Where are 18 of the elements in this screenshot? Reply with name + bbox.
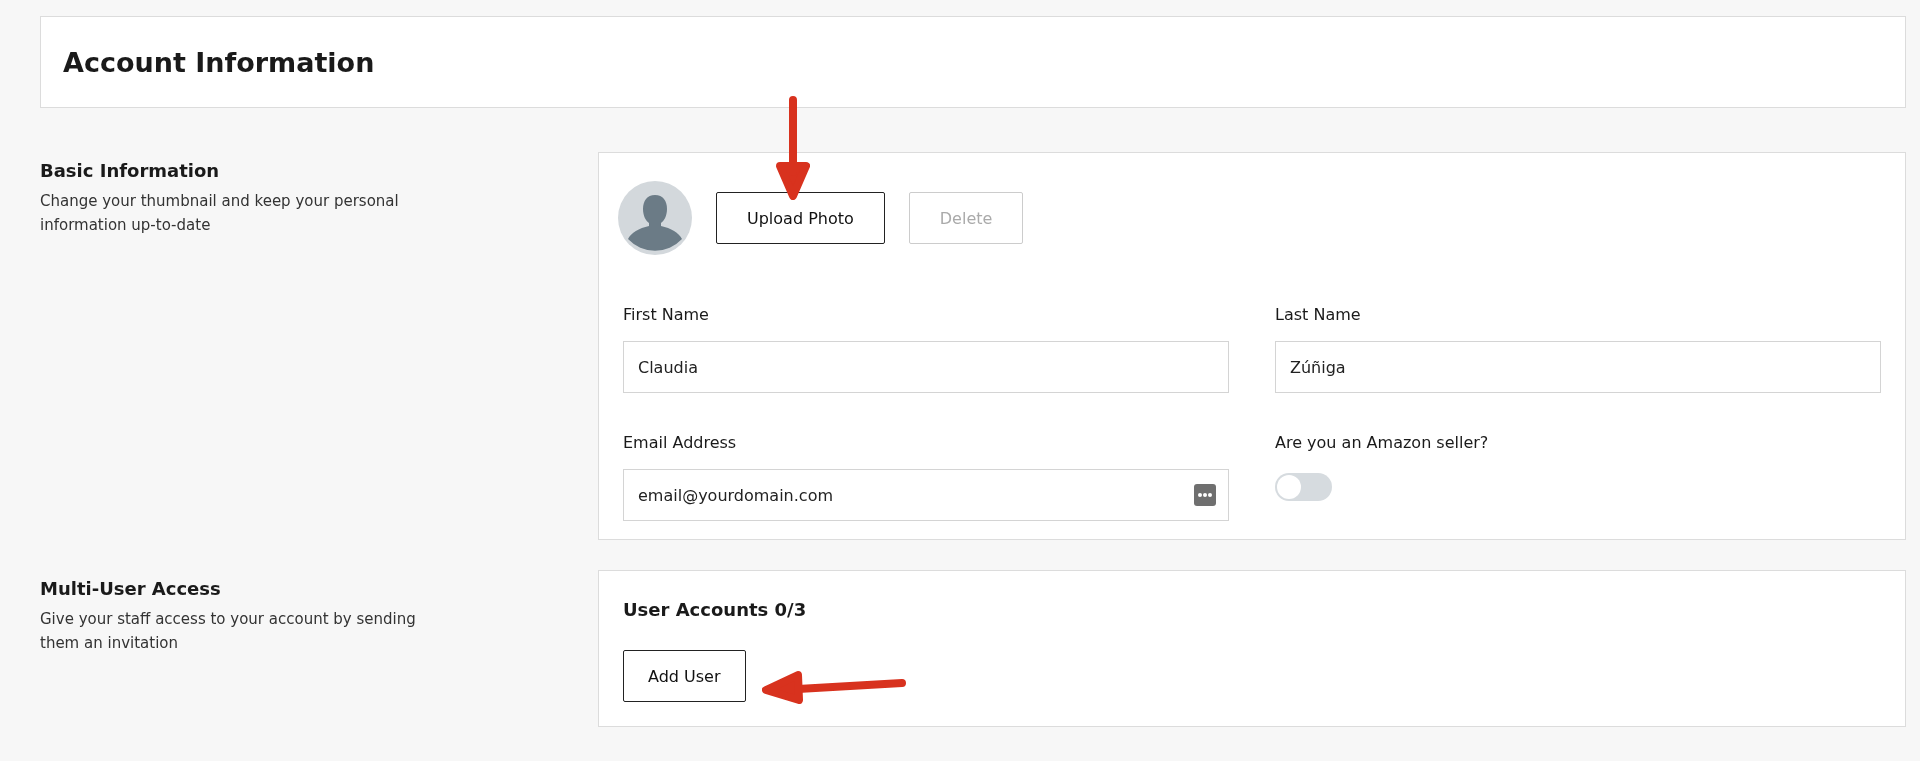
add-user-button[interactable]: Add User [623,650,746,702]
upload-photo-button[interactable]: Upload Photo [716,192,885,244]
page-title: Account Information [63,46,375,78]
field-label: First Name [623,305,709,324]
section-heading: Multi-User Access [40,578,222,599]
field-label: Email Address [623,433,737,452]
text-field[interactable]: Zúñiga [1275,341,1881,393]
more-dots-icon[interactable] [1193,483,1217,507]
toggle-switch[interactable] [1275,473,1332,501]
field-label: Are you an Amazon seller? [1275,433,1489,452]
email-field[interactable]: email@yourdomain.com [623,469,1229,521]
avatar-silhouette-icon [618,181,692,255]
section-description: Change your thumbnail and keep your personal information up-to-date [40,191,400,236]
text-field[interactable]: Claudia [623,341,1229,393]
field-label: Last Name [1275,305,1361,324]
section-description: Give your staff access to your account by sending them an invitation [40,609,417,654]
user-accounts-heading: User Accounts 0/3 [623,599,808,620]
section-heading: Basic Information [40,160,221,181]
